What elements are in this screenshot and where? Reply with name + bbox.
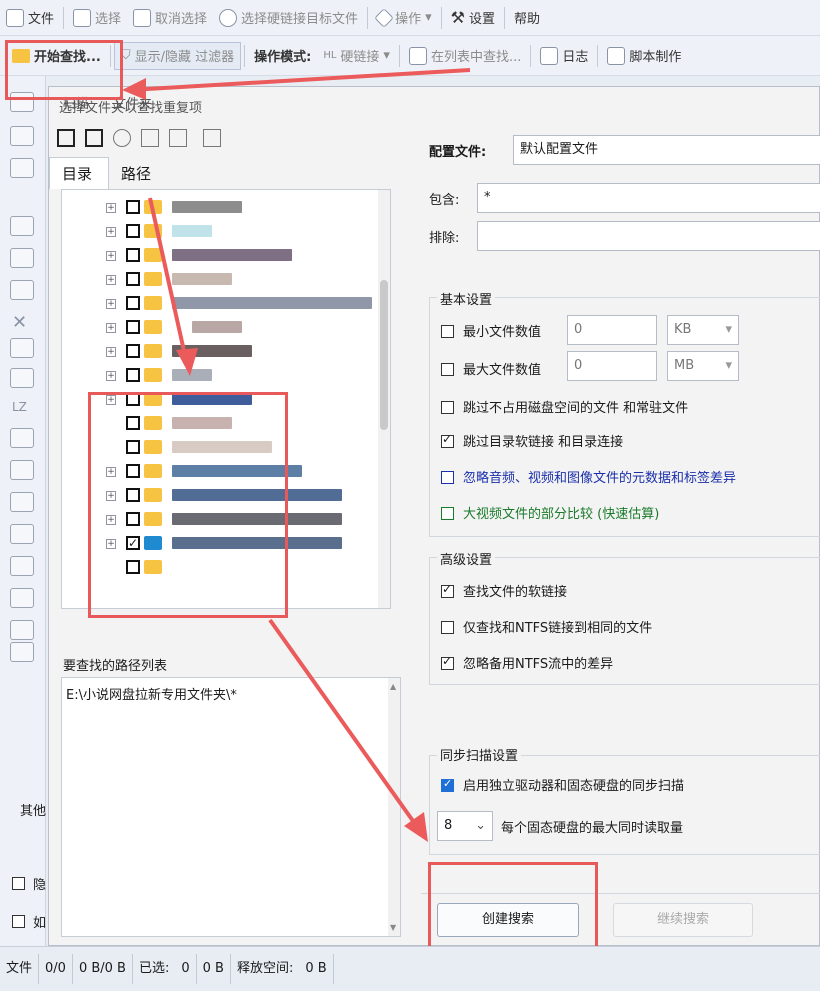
status-selected: 0 [175,954,197,984]
annotation-arrows [122,68,471,842]
status-file-label: 文件 [0,954,40,984]
status-selected-label: 已选: [138,961,170,976]
status-free: 0 B [299,954,334,984]
status-free-label: 释放空间: [236,961,294,976]
status-selected-size: 0 B [197,954,231,984]
status-bar: 文件 0/0 0 B/0 B 已选: 0 0 B 释放空间: 0 B [0,946,820,991]
status-count: 0/0 [39,954,73,984]
status-size: 0 B/0 B [73,954,133,984]
